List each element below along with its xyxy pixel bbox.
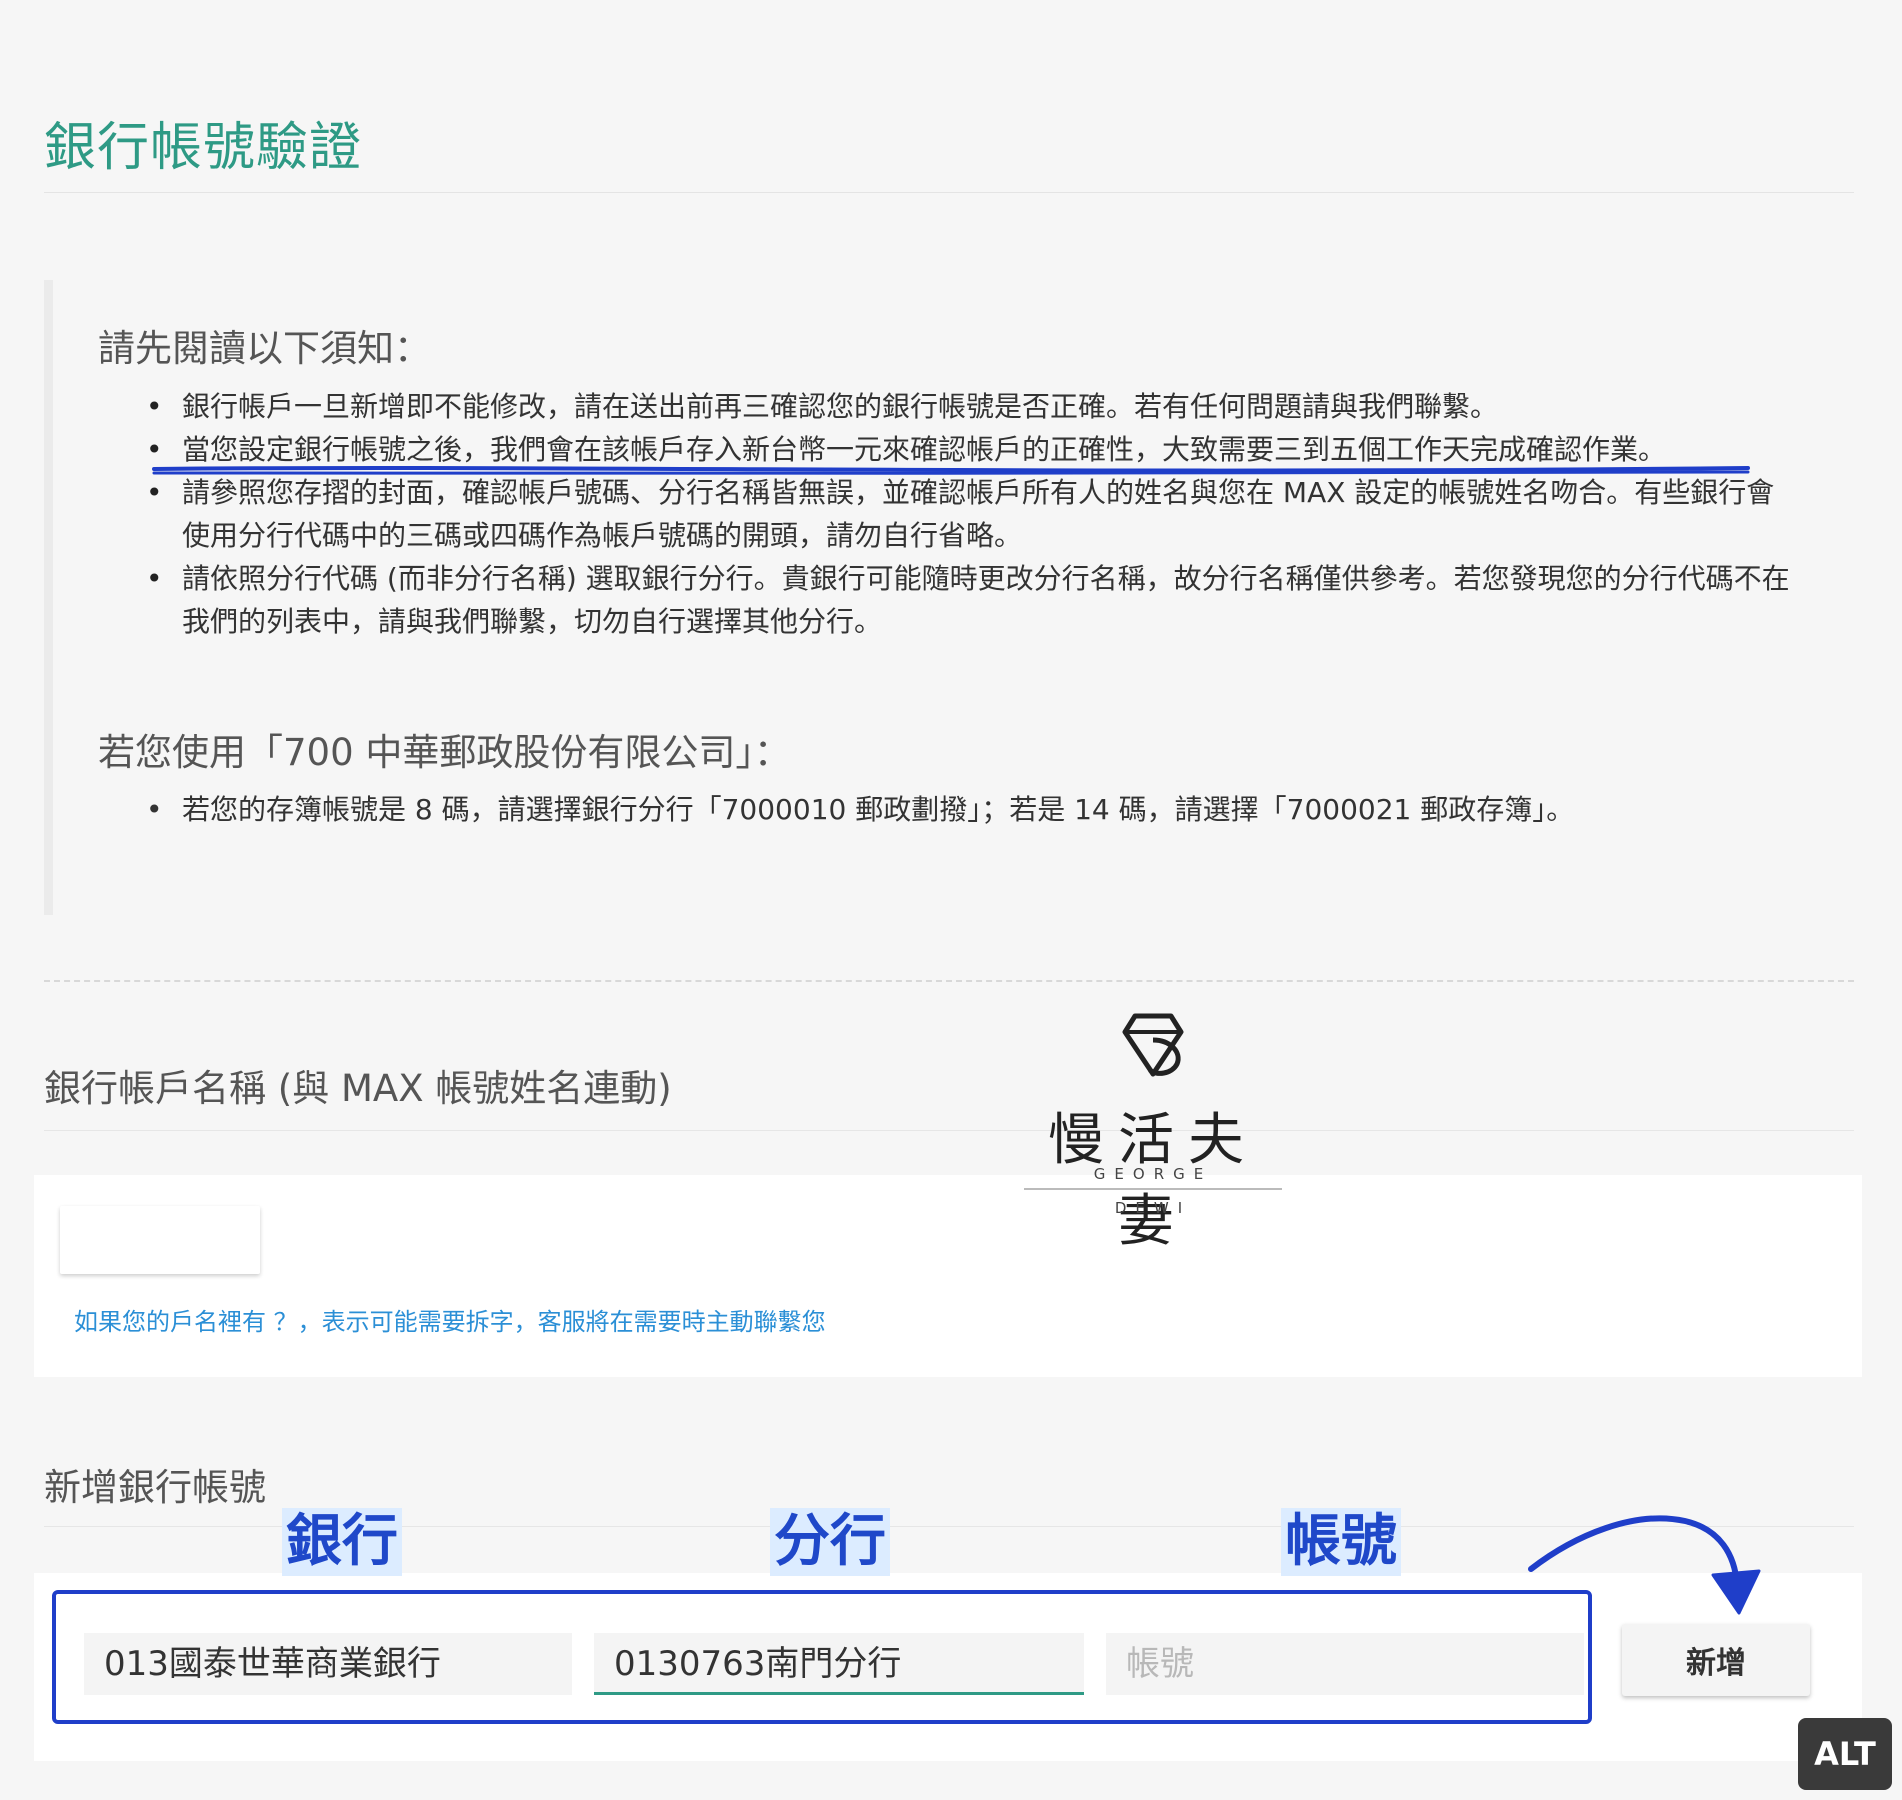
account-number-input[interactable]: 帳號 (1106, 1633, 1584, 1695)
branch-annotation-label: 分行 (770, 1508, 890, 1576)
notice-list: 銀行帳戶一旦新增即不能修改，請在送出前再三確認您的銀行帳號是否正確。若有任何問題… (98, 385, 1798, 643)
post-office-heading: 若您使用「700 中華郵政股份有限公司」： (98, 731, 791, 774)
notice-item: 當您設定銀行帳號之後，我們會在該帳戶存入新台幣一元來確認帳戶的正確性，大致需要三… (98, 428, 1798, 471)
notice-item: 請依照分行代碼 (而非分行名稱) 選取銀行分行。貴銀行可能隨時更改分行名稱，故分… (98, 557, 1798, 643)
section-divider (44, 980, 1854, 982)
notice-heading: 請先閱讀以下須知： (98, 327, 431, 370)
alt-badge[interactable]: ALT (1798, 1718, 1892, 1790)
bank-select[interactable]: 013國泰世華商業銀行 (84, 1633, 572, 1695)
account-annotation-label: 帳號 (1281, 1508, 1401, 1576)
post-office-item: 若您的存簿帳號是 8 碼，請選擇銀行分行「7000010 郵政劃撥」；若是 14… (98, 788, 1798, 831)
page: 銀行帳號驗證 請先閱讀以下須知： 銀行帳戶一旦新增即不能修改，請在送出前再三確認… (0, 0, 1902, 1800)
account-name-field[interactable] (60, 1206, 260, 1274)
post-office-list: 若您的存簿帳號是 8 碼，請選擇銀行分行「7000010 郵政劃撥」；若是 14… (98, 788, 1798, 831)
account-name-heading: 銀行帳戶名稱 (與 MAX 帳號姓名連動) (44, 1067, 672, 1110)
watermark-en-line1: GEORGE (1093, 1165, 1213, 1183)
diamond-logo-icon (1122, 1013, 1184, 1077)
add-account-button[interactable]: 新增 (1622, 1624, 1810, 1696)
watermark-divider (1024, 1188, 1282, 1190)
bank-annotation-label: 銀行 (282, 1508, 402, 1576)
account-name-card (34, 1175, 1862, 1377)
watermark-en-line2: DEWI (1114, 1199, 1192, 1217)
title-divider (44, 192, 1854, 193)
notice-item: 銀行帳戶一旦新增即不能修改，請在送出前再三確認您的銀行帳號是否正確。若有任何問題… (98, 385, 1798, 428)
notice-left-bar (44, 280, 53, 915)
account-name-divider (44, 1130, 1854, 1131)
account-name-hint: 如果您的戶名裡有 ？，表示可能需要拆字，客服將在需要時主動聯繫您 (74, 1308, 826, 1336)
add-account-heading: 新增銀行帳號 (44, 1466, 266, 1509)
page-title: 銀行帳號驗證 (44, 118, 363, 178)
notice-item: 請參照您存摺的封面，確認帳戶號碼、分行名稱皆無誤，並確認帳戶所有人的姓名與您在 … (98, 471, 1798, 557)
branch-select[interactable]: 0130763南門分行 (594, 1633, 1084, 1695)
watermark-logo: 慢活夫妻 GEORGE DEWI (1022, 1000, 1284, 1254)
